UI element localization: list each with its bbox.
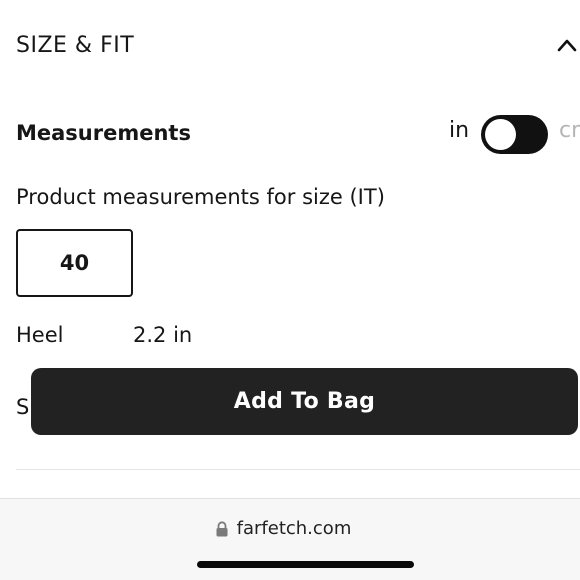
page: SIZE & FIT Measurements in cm Product me… (0, 0, 580, 580)
add-to-bag-button[interactable]: Add To Bag (31, 368, 578, 435)
unit-in-label[interactable]: in (449, 118, 469, 143)
measurements-row: Measurements in cm (0, 112, 580, 158)
size-fit-section-header[interactable]: SIZE & FIT (0, 20, 580, 76)
home-indicator[interactable] (197, 561, 414, 568)
unit-cm-label[interactable]: cm (559, 118, 580, 143)
heel-value: 2.2 in (133, 323, 193, 347)
url-field[interactable]: farfetch.com (0, 518, 580, 539)
browser-address-bar: farfetch.com (0, 498, 580, 580)
heel-label: Heel (16, 323, 64, 347)
measurements-title: Measurements (16, 121, 191, 145)
partial-row-label: S (16, 395, 30, 419)
toggle-knob (485, 119, 516, 150)
unit-toggle[interactable] (481, 115, 548, 154)
size-selector[interactable]: 40 (16, 229, 133, 297)
chevron-up-icon[interactable] (556, 36, 578, 54)
divider (16, 469, 580, 470)
lock-icon (216, 520, 228, 536)
section-title: SIZE & FIT (16, 33, 135, 58)
product-measurements-subtitle: Product measurements for size (IT) (16, 185, 385, 209)
url-text: farfetch.com (236, 518, 352, 539)
